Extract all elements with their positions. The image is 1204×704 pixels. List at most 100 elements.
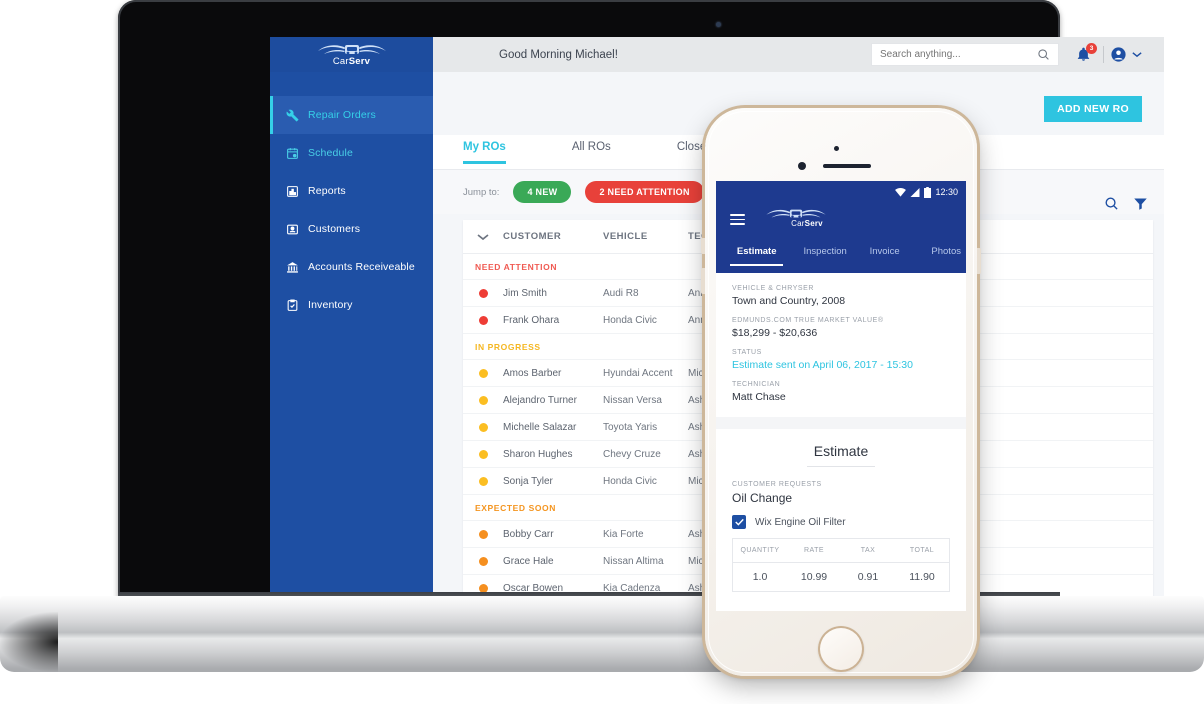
clipboard-check-icon [286,299,308,312]
app-logo[interactable]: CarServ [270,37,433,72]
phone-clock: 12:30 [935,187,958,197]
detail-label-technician: TECHNICIAN [732,381,781,388]
phone-tab-invoice[interactable]: Invoice [865,243,905,264]
estimate-title-rule [807,466,875,467]
cell-vehicle: Chevy Cruze [603,448,661,460]
phone-sensor-icon [834,146,839,151]
status-dot-icon [463,529,503,539]
user-card-icon [286,223,308,236]
phone-vehicle-details-card: VEHICLE & CHRYSER Town and Country, 2008… [716,273,966,417]
laptop-camera-icon [716,22,721,27]
sidebar-item-label: Accounts Receiveable [308,261,415,273]
status-dot-icon [463,368,503,378]
calendar-clock-icon [286,147,308,160]
estimate-table-row: 1.0 10.99 0.91 11.90 [733,563,949,591]
magnifier-icon[interactable] [1037,48,1050,61]
cell-customer: Michelle Salazar [503,421,577,433]
column-header-customer[interactable]: CUSTOMER [503,231,603,242]
signal-icon [910,187,920,197]
phone-mute-switch[interactable] [701,238,705,254]
phone-app-logo: CarServ [764,207,850,228]
phone-home-button[interactable] [818,626,864,672]
laptop-base-shadow [0,612,58,672]
check-icon[interactable] [732,515,746,529]
phone-tab-inspection[interactable]: Inspection [799,243,850,264]
sidebar-item-customers[interactable]: Customers [270,210,433,248]
phone-app-bar: CarServ [716,203,966,243]
line-item-row[interactable]: Wix Engine Oil Filter [732,515,950,529]
phone-device: 12:30 CarServ Estimate Inspection Invoic… [701,108,981,676]
estimate-table-header: QUANTITY RATE TAX TOTAL [733,539,949,563]
cell-customer: Bobby Carr [503,528,554,540]
estimate-table: QUANTITY RATE TAX TOTAL 1.0 10.99 0.91 1… [732,538,950,592]
brand-name: CarServ [791,219,823,228]
cell-vehicle: Honda Civic [603,475,657,487]
phone-status-bar: 12:30 [716,181,966,203]
phone-section-divider [716,417,966,429]
sidebar-item-repair-orders[interactable]: Repair Orders [270,96,433,134]
sidebar-item-label: Schedule [308,147,353,159]
wrench-icon [286,109,308,122]
sidebar: CarServ Repair Orders Schedule Reports C… [270,37,433,605]
user-circle-icon [1110,46,1127,63]
hamburger-icon[interactable] [730,214,745,225]
sidebar-item-schedule[interactable]: Schedule [270,134,433,172]
laptop-base [0,596,1204,672]
status-dot-icon [463,476,503,486]
tab-all-ros[interactable]: All ROs [572,135,611,161]
cell-customer: Alejandro Turner [503,394,577,406]
notifications-button[interactable]: 3 [1076,43,1097,63]
cell-customer: Jim Smith [503,287,547,299]
column-header-vehicle[interactable]: VEHICLE [603,231,688,242]
status-dot-icon [463,449,503,459]
detail-value-market-value: $18,299 - $20,636 [732,327,818,339]
detail-label-status: STATUS [732,349,762,356]
tab-my-ros[interactable]: My ROs [463,135,506,164]
line-item-label: Wix Engine Oil Filter [755,516,846,528]
customer-requests-label: CUSTOMER REQUESTS [732,481,822,488]
customer-request-name: Oil Change [732,491,793,505]
cell-vehicle: Kia Forte [603,528,644,540]
phone-tab-estimate[interactable]: Estimate [730,243,784,266]
sidebar-item-label: Reports [308,185,346,197]
magnifier-icon[interactable] [1104,196,1119,211]
sidebar-item-inventory[interactable]: Inventory [270,286,433,324]
pill-new[interactable]: 4 NEW [513,181,572,203]
pill-need-attention[interactable]: 2 NEED ATTENTION [585,181,704,203]
detail-value-technician: Matt Chase [732,391,786,403]
status-dot-icon [463,556,503,566]
select-all-chevron-icon[interactable] [463,233,503,241]
search-input[interactable] [880,49,1037,60]
detail-label-vehicle: VEHICLE & CHRYSER [732,285,814,292]
wifi-icon [895,187,907,197]
battery-icon [924,186,932,198]
cell-customer: Grace Hale [503,555,554,567]
add-new-ro-button[interactable]: ADD NEW RO [1044,96,1142,122]
cell-customer: Amos Barber [503,367,562,379]
sidebar-item-accounts-receiveable[interactable]: Accounts Receiveable [270,248,433,286]
estimate-cell-quantity: 1.0 [752,571,768,583]
detail-value-status[interactable]: Estimate sent on April 06, 2017 - 15:30 [732,359,950,371]
detail-value-vehicle: Town and Country, 2008 [732,295,846,307]
sidebar-item-reports[interactable]: Reports [270,172,433,210]
cell-vehicle: Hyundai Accent [603,367,673,379]
status-dot-icon [463,288,503,298]
screenshot-root: CarServ Repair Orders Schedule Reports C… [0,0,1204,704]
cell-customer: Sharon Hughes [503,448,573,460]
account-menu[interactable] [1110,46,1142,63]
search-box[interactable] [871,43,1059,66]
phone-tab-photos[interactable]: Photos [926,243,966,264]
sidebar-item-label: Customers [308,223,361,235]
phone-power-button[interactable] [977,248,981,274]
estimate-title: Estimate [813,443,869,459]
phone-screen: 12:30 CarServ Estimate Inspection Invoic… [716,181,966,611]
cell-vehicle: Toyota Yaris [603,421,658,433]
phone-volume-buttons[interactable] [701,268,705,294]
phone-camera-icon [798,162,806,170]
phone-speaker-grille [823,164,871,168]
cell-customer: Sonja Tyler [503,475,553,487]
estimate-col-total: TOTAL [909,547,935,554]
filter-icon[interactable] [1133,196,1148,211]
estimate-col-tax: TAX [860,547,876,554]
estimate-cell-total: 11.90 [909,571,935,583]
